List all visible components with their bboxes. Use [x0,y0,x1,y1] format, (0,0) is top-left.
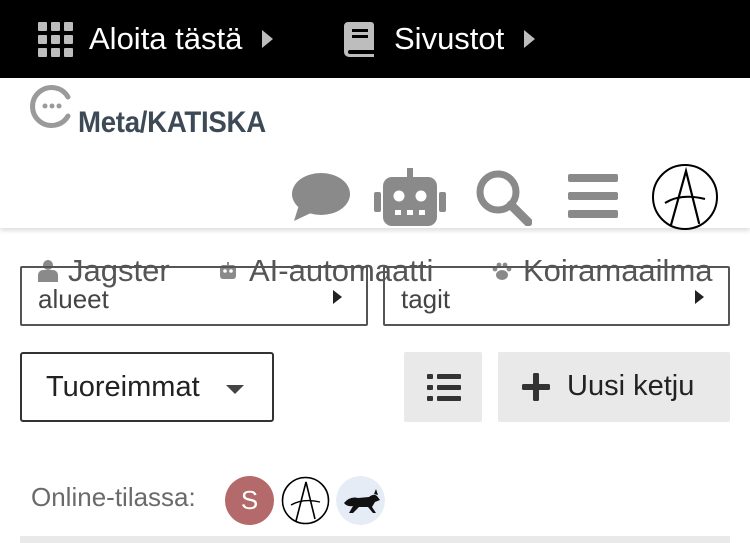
tags-dropdown[interactable]: tagit [383,266,730,326]
online-user-avatar[interactable]: S [225,476,274,525]
online-users-label: Online-tilassa: [31,482,196,512]
tags-dropdown-label: tagit [401,284,451,314]
categories-dropdown-label: alueet [38,284,109,314]
new-topic-label: Uusi ketju [567,370,695,402]
user-avatar[interactable] [651,163,719,231]
caret-right-icon [695,290,704,304]
search-icon[interactable] [474,168,532,226]
sort-select-label: Tuoreimmat [46,371,200,403]
robot-icon[interactable] [374,168,446,226]
categories-dropdown[interactable]: alueet [20,266,368,326]
top-navigation-bar: Aloita tästä Sivustot [0,0,750,78]
avatar-initial: S [240,485,259,515]
book-icon [344,21,374,57]
new-topic-button[interactable]: Uusi ketju [498,352,730,422]
apps-grid-icon [38,21,73,57]
site-name[interactable]: Meta/KATISKA [78,106,266,140]
sort-select[interactable]: Tuoreimmat [20,352,274,422]
start-menu-label: Aloita tästä [89,21,243,56]
chat-icon[interactable] [291,172,350,222]
caret-down-icon [226,385,244,394]
caret-right-icon [333,290,342,304]
list-icon [427,374,461,401]
list-view-button[interactable] [404,352,482,422]
site-logo-icon [30,85,71,128]
divider [20,536,730,543]
hamburger-menu-icon[interactable] [568,174,618,218]
online-user-avatar[interactable] [336,476,385,525]
online-user-avatar[interactable] [281,476,330,525]
caret-right-icon [262,30,274,48]
start-menu[interactable]: Aloita tästä [38,0,274,78]
sites-menu[interactable]: Sivustot [344,0,536,78]
caret-right-icon [524,30,536,48]
plus-icon [522,373,550,401]
sites-menu-label: Sivustot [394,21,505,56]
